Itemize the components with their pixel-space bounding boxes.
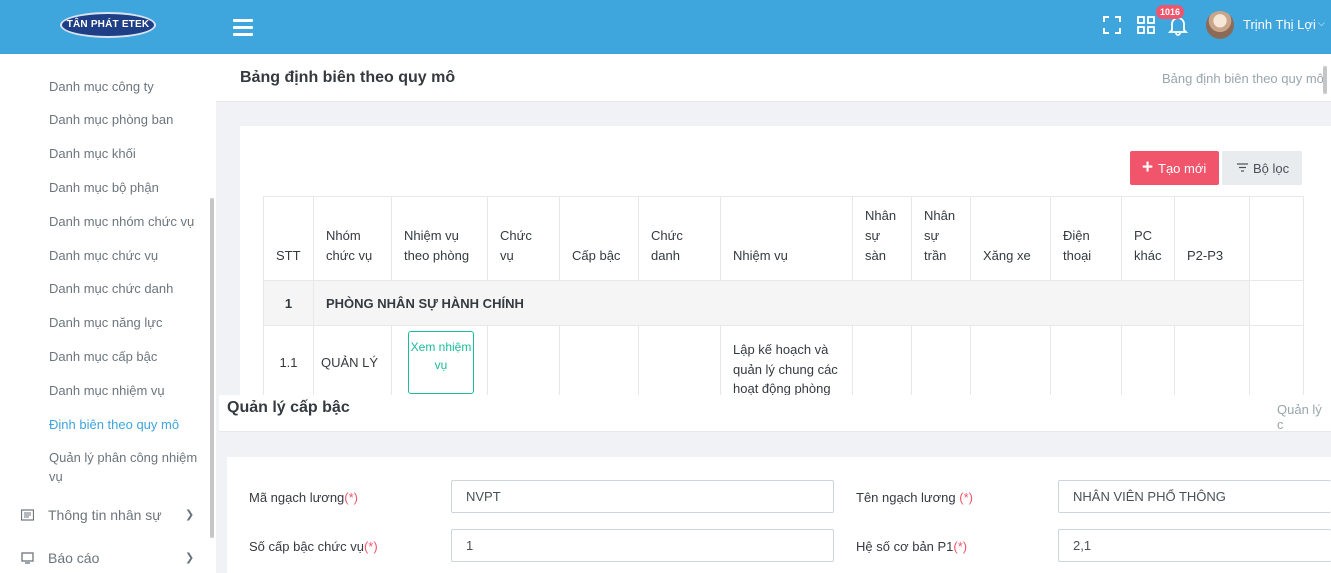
column-header: Nhóm chức vụ: [313, 196, 392, 281]
so-cap-bac-field[interactable]: [451, 529, 834, 562]
sidebar-item-quan-ly-phan-cong[interactable]: Quản lý phân công nhiệm vụ: [49, 448, 204, 486]
sidebar-item-danh-muc-nhom-chuc-vu[interactable]: Danh mục nhóm chức vụ: [49, 212, 209, 231]
fullscreen-icon[interactable]: [1101, 14, 1123, 36]
id-card-icon: [21, 509, 34, 521]
table-header-row: STT Nhóm chức vụ Nhiệm vụ theo phòng Chứ…: [263, 196, 1304, 281]
sidebar-item-danh-muc-cap-bac[interactable]: Danh mục cấp bậc: [49, 347, 209, 366]
column-header: Chức vụ: [487, 196, 560, 281]
ten-ngach-luong-field[interactable]: [1058, 480, 1331, 513]
top-navbar: [0, 0, 1331, 54]
row-department-name: PHÒNG NHÂN SỰ HÀNH CHÍNH: [313, 280, 1250, 326]
filter-button[interactable]: Bộ lọc: [1222, 151, 1302, 185]
ten-ngach-luong-label: Tên ngạch lương (*): [856, 490, 973, 505]
menu-toggle-icon[interactable]: [233, 15, 253, 39]
table-cell: [1050, 325, 1122, 400]
apps-grid-icon[interactable]: [1135, 14, 1157, 36]
sidebar-item-danh-muc-khoi[interactable]: Danh mục khối: [49, 144, 209, 163]
chevron-down-icon[interactable]: ⌵: [1318, 18, 1325, 29]
page-header: [219, 395, 1331, 432]
row-group-name: QUẢN LÝ: [313, 325, 392, 400]
page-title: Quản lý cấp bậc: [227, 399, 350, 416]
column-header: Nhiệm vụ: [720, 196, 853, 281]
ma-ngach-luong-label: Mã ngạch lương(*): [249, 490, 358, 505]
row-stt: 1.1: [263, 325, 314, 400]
table-cell: Xem nhiệm vụ: [391, 325, 488, 400]
sidebar-item-danh-muc-bo-phan[interactable]: Danh mục bộ phận: [49, 178, 209, 197]
sidebar-item-danh-muc-phong-ban[interactable]: Danh mục phòng ban: [49, 110, 209, 129]
he-so-co-ban-field[interactable]: [1058, 529, 1331, 562]
column-header: [1249, 196, 1304, 281]
sidebar-item-danh-muc-nang-luc[interactable]: Danh mục năng lực: [49, 313, 209, 332]
plus-icon: +: [1142, 157, 1154, 178]
sidebar-item-bao-cao[interactable]: Báo cáo: [48, 550, 99, 566]
table-cell: [1121, 325, 1175, 400]
table-cell: [487, 325, 560, 400]
sidebar-scrollbar[interactable]: [210, 198, 214, 538]
ma-ngach-luong-field[interactable]: [451, 480, 834, 513]
breadcrumb: Quản lý c: [1277, 402, 1322, 432]
sidebar-item-danh-muc-cong-ty[interactable]: Danh mục công ty: [49, 77, 209, 96]
table-cell: [1249, 325, 1304, 400]
page-title: Bảng định biên theo quy mô: [240, 69, 456, 86]
he-so-co-ban-label: Hệ số cơ bản P1(*): [856, 539, 968, 554]
avatar[interactable]: [1206, 11, 1234, 39]
column-header: Nhân sự trần: [911, 196, 971, 281]
column-header: Xăng xe: [970, 196, 1051, 281]
sidebar-item-danh-muc-chuc-danh[interactable]: Danh mục chức danh: [49, 279, 209, 298]
table-cell: [970, 325, 1051, 400]
table-cell: [638, 325, 721, 400]
filter-icon: [1237, 163, 1248, 172]
company-logo[interactable]: TÂN PHÁT ETEK: [60, 12, 156, 38]
table-cell: [911, 325, 971, 400]
table-cell: [852, 325, 912, 400]
column-header: Nhân sự sàn: [852, 196, 912, 281]
column-header: PC khác: [1121, 196, 1175, 281]
so-cap-bac-label: Số cấp bậc chức vụ(*): [249, 539, 378, 554]
column-header: P2-P3: [1174, 196, 1250, 281]
table-cell: [559, 325, 639, 400]
page-scrollbar[interactable]: [1323, 66, 1327, 94]
chevron-right-icon[interactable]: ❯: [185, 508, 194, 521]
column-header: STT: [263, 196, 314, 281]
sidebar-item-thong-tin-nhan-su[interactable]: Thông tin nhân sự: [48, 507, 162, 523]
create-button[interactable]: + Tạo mới: [1130, 151, 1219, 185]
staffing-table: STT Nhóm chức vụ Nhiệm vụ theo phòng Chứ…: [263, 196, 1304, 400]
row-task: Lập kế hoạch và quản lý chung các hoạt đ…: [720, 325, 853, 400]
table-cell: [1249, 280, 1304, 326]
view-tasks-button[interactable]: Xem nhiệm vụ: [408, 331, 474, 394]
column-header: Điện thoại: [1050, 196, 1122, 281]
notification-badge: 1016: [1156, 5, 1185, 19]
create-button-label: Tạo mới: [1158, 161, 1207, 176]
column-header: Nhiệm vụ theo phòng: [391, 196, 488, 281]
table-row[interactable]: 1.1 QUẢN LÝ Xem nhiệm vụ Lập kế hoạch và…: [263, 325, 1304, 400]
user-name[interactable]: Trịnh Thị Lợi: [1243, 17, 1316, 32]
column-header: Cấp bậc: [559, 196, 639, 281]
row-stt: 1: [263, 280, 314, 326]
sidebar-item-danh-muc-nhiem-vu[interactable]: Danh mục nhiệm vụ: [49, 381, 209, 400]
table-group-row[interactable]: 1 PHÒNG NHÂN SỰ HÀNH CHÍNH: [263, 280, 1304, 326]
filter-button-label: Bộ lọc: [1253, 161, 1290, 176]
sidebar-item-dinh-bien-theo-quy-mo[interactable]: Định biên theo quy mô: [49, 415, 209, 434]
table-cell: [1174, 325, 1250, 400]
breadcrumb: Bảng định biên theo quy mô: [1162, 71, 1324, 86]
sidebar-item-danh-muc-chuc-vu[interactable]: Danh mục chức vụ: [49, 246, 209, 265]
column-header: Chức danh: [638, 196, 721, 281]
monitor-icon: [21, 552, 34, 564]
chevron-right-icon[interactable]: ❯: [185, 551, 194, 564]
